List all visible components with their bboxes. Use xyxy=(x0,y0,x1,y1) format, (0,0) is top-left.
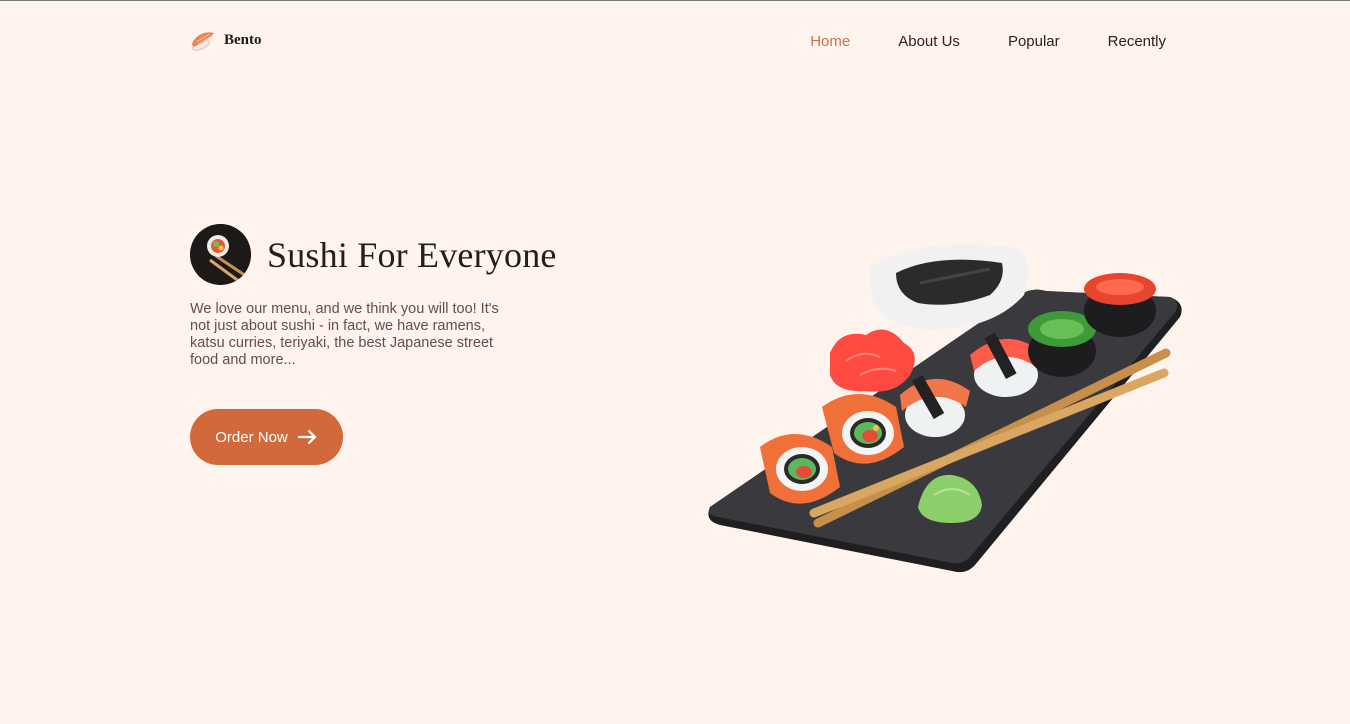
hero-heading: Sushi For Everyone xyxy=(190,224,557,285)
order-now-button[interactable]: Order Now xyxy=(190,409,343,465)
nav-about-us[interactable]: About Us xyxy=(898,33,960,50)
gunkan-seaweed-salad xyxy=(1028,311,1096,377)
sushi-platter-illustration xyxy=(708,243,1182,573)
brand-name: Bento xyxy=(224,31,262,48)
hero-title: Sushi For Everyone xyxy=(267,234,557,275)
gunkan-roe xyxy=(1084,273,1156,337)
nav-home[interactable]: Home xyxy=(810,33,850,50)
arrow-right-icon xyxy=(297,429,316,445)
nav-popular[interactable]: Popular xyxy=(1008,33,1060,50)
main-nav: Home About Us Popular Recently xyxy=(810,33,1166,50)
top-border xyxy=(0,0,1350,1)
sushi-nigiri-icon xyxy=(192,32,214,51)
brand-logo[interactable]: Bento xyxy=(190,28,262,52)
nav-recently[interactable]: Recently xyxy=(1108,33,1166,50)
sushi-roll-chopsticks-icon xyxy=(190,224,251,285)
uramaki-roll-1 xyxy=(760,434,840,504)
order-now-label: Order Now xyxy=(215,428,288,446)
hero-description: We love our menu, and we think you will … xyxy=(190,301,499,368)
pickled-ginger xyxy=(830,329,915,392)
uramaki-roll-2 xyxy=(822,394,904,464)
